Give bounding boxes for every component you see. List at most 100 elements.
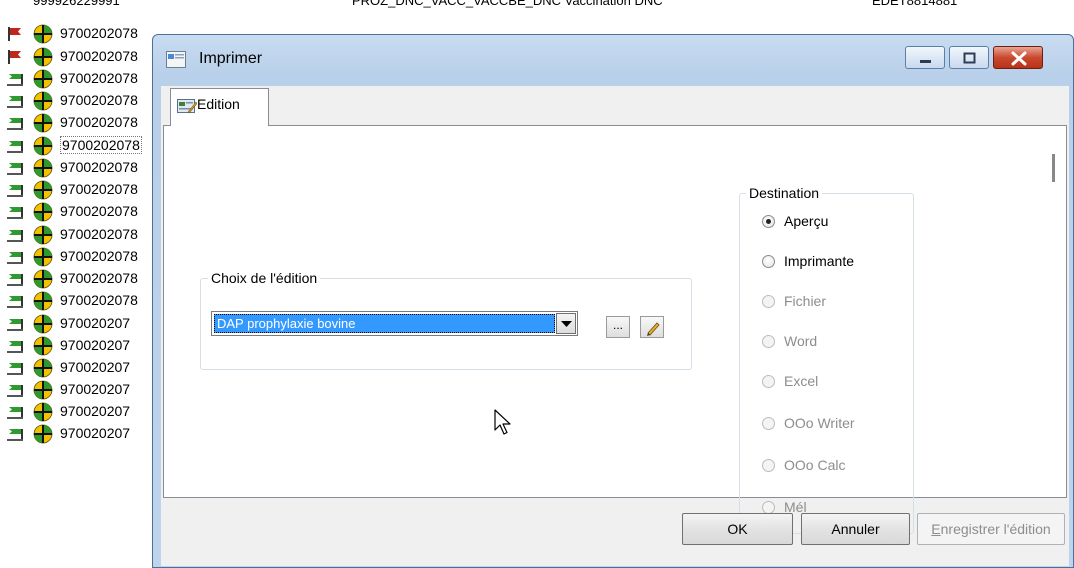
list-item[interactable]: 9700202078 <box>0 178 170 200</box>
title-bar[interactable]: Imprimer <box>153 35 1073 85</box>
list-item[interactable]: 970020207 <box>0 356 170 378</box>
list-item[interactable]: 9700202078 <box>0 89 170 111</box>
target-icon <box>33 314 53 334</box>
radio-imprimante[interactable]: Imprimante <box>762 251 912 273</box>
list-item-code: 9700202078 <box>60 203 138 219</box>
mouse-cursor-icon <box>494 409 511 435</box>
green-flag-icon <box>7 207 23 219</box>
list-item[interactable]: 9700202078 <box>0 67 170 89</box>
close-icon <box>1011 51 1027 66</box>
list-item-code: 9700202078 <box>60 136 142 154</box>
red-flag-icon <box>8 27 21 41</box>
list-item-code: 9700202078 <box>60 159 138 175</box>
list-item[interactable]: 970020207 <box>0 378 170 400</box>
save-edition-button[interactable]: Enregistrer l'édition <box>917 513 1065 545</box>
dialog-client: Edition Choix de l'édition DAP prophylax… <box>161 86 1069 566</box>
ok-button[interactable]: OK <box>682 513 793 545</box>
edit-button[interactable] <box>640 316 664 338</box>
radio-label: OOo Calc <box>784 457 846 473</box>
target-icon <box>33 202 53 222</box>
list-item[interactable]: 9700202078 <box>0 245 170 267</box>
target-icon <box>33 291 53 311</box>
green-flag-icon <box>7 341 23 353</box>
radio-label: Word <box>784 333 818 349</box>
edition-icon <box>177 99 197 114</box>
radio-circle <box>762 459 775 472</box>
pencil-icon <box>647 322 660 336</box>
radio-label: Aperçu <box>784 213 829 229</box>
destination-legend: Destination <box>746 185 823 201</box>
minimize-icon <box>920 60 931 63</box>
choix-edition-legend: Choix de l'édition <box>208 270 321 286</box>
target-icon <box>33 91 53 111</box>
list-item[interactable]: 970020207 <box>0 422 170 444</box>
target-icon <box>33 336 53 356</box>
scrollbar-thumb[interactable] <box>1052 154 1055 182</box>
target-icon <box>33 380 53 400</box>
window-icon <box>166 51 186 68</box>
print-dialog: Imprimer Edition Choix de l'édition DAP … <box>152 34 1074 568</box>
radio-fichier: Fichier <box>762 291 912 313</box>
list-item[interactable]: 970020207 <box>0 312 170 334</box>
minimize-button[interactable] <box>905 46 945 69</box>
green-flag-icon <box>7 118 23 130</box>
radio-ooo-calc: OOo Calc <box>762 455 912 477</box>
list-item[interactable]: 9700202078 <box>0 156 170 178</box>
list-item-code: 970020207 <box>60 359 131 375</box>
cancel-button[interactable]: Annuler <box>801 513 910 545</box>
green-flag-icon <box>7 230 23 242</box>
list-item[interactable]: 9700202078 <box>0 200 170 222</box>
list-item-code: 9700202078 <box>60 292 138 308</box>
top-row-label: PROZ_DNC_VACC_VACCBE_DNC Vaccination DNC <box>352 0 663 8</box>
list-item-code: 9700202078 <box>60 226 138 242</box>
maximize-button[interactable] <box>949 46 989 69</box>
radio-aper-u[interactable]: Aperçu <box>762 211 912 233</box>
list-item[interactable]: 9700202078 <box>0 134 170 156</box>
radio-label: Fichier <box>784 293 827 309</box>
green-flag-icon <box>7 385 23 397</box>
radio-circle <box>762 335 775 348</box>
target-icon <box>33 402 53 422</box>
edition-select-value: DAP prophylaxie bovine <box>214 314 555 333</box>
red-flag-icon <box>8 50 21 64</box>
list-item[interactable]: 970020207 <box>0 334 170 356</box>
radio-dot <box>766 219 771 224</box>
target-icon <box>33 136 53 156</box>
radio-label: Imprimante <box>784 253 855 269</box>
radio-label: Excel <box>784 373 819 389</box>
list-item-code: 9700202078 <box>60 25 138 41</box>
background-list: 9700202078 9700202078 9700202078 9700202078… <box>0 0 170 563</box>
destination-group: Destination Aperçu Imprimante Fichier Word E… <box>739 185 914 534</box>
target-icon <box>33 247 53 267</box>
close-button[interactable] <box>993 46 1043 69</box>
vertical-scrollbar[interactable] <box>1048 129 1064 491</box>
list-item[interactable]: 9700202078 <box>0 111 170 133</box>
top-row-id: EDET8814881 <box>872 0 958 8</box>
list-item-code: 9700202078 <box>60 48 138 64</box>
dropdown-button[interactable] <box>556 313 576 334</box>
green-flag-icon <box>7 429 23 441</box>
save-edition-mnemonic: E <box>931 521 941 537</box>
radio-circle <box>762 417 775 430</box>
list-item[interactable]: 9700202078 <box>0 289 170 311</box>
tab-edition[interactable]: Edition <box>170 88 269 126</box>
list-item-code: 9700202078 <box>60 70 138 86</box>
green-flag-icon <box>7 274 23 286</box>
radio-word: Word <box>762 331 912 353</box>
green-flag-icon <box>7 96 23 108</box>
list-item[interactable]: 9700202078 <box>0 22 170 44</box>
list-item-code: 9700202078 <box>60 114 138 130</box>
maximize-icon <box>963 52 976 64</box>
edition-select[interactable]: DAP prophylaxie bovine <box>211 311 578 336</box>
green-flag-icon <box>7 163 23 175</box>
list-item-code: 9700202078 <box>60 92 138 108</box>
list-item[interactable]: 9700202078 <box>0 267 170 289</box>
list-item-code: 9700202078 <box>60 270 138 286</box>
list-item[interactable]: 970020207 <box>0 400 170 422</box>
radio-excel: Excel <box>762 371 912 393</box>
browse-button[interactable]: ... <box>606 316 630 338</box>
list-item[interactable]: 9700202078 <box>0 223 170 245</box>
target-icon <box>33 358 53 378</box>
list-item[interactable]: 9700202078 <box>0 45 170 67</box>
list-item-code: 970020207 <box>60 315 131 331</box>
